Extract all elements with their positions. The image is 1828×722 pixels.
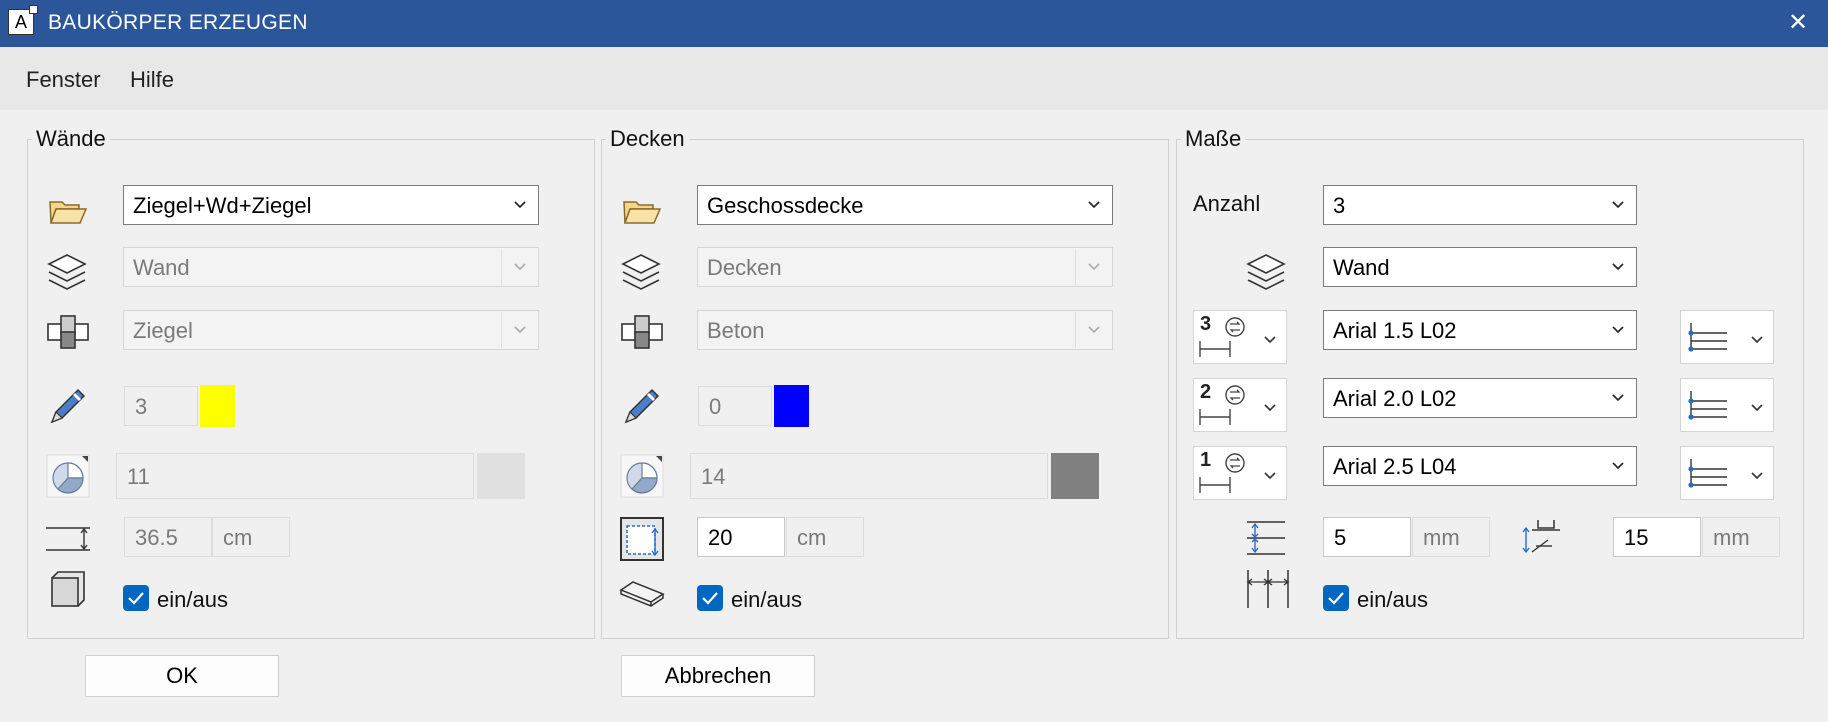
pen-icon[interactable] (620, 384, 664, 428)
app-icon: A (8, 5, 38, 35)
walls-panel-title: Wände (32, 126, 110, 152)
dimension-line-style-2-select[interactable] (1680, 378, 1774, 432)
ceiling-thickness-unit: cm (786, 517, 864, 557)
ceiling-style-select[interactable]: Geschossdecke (697, 185, 1113, 225)
dimension-level-3-select[interactable]: 3 (1193, 310, 1287, 364)
wall-fill-value: 11 (116, 453, 474, 499)
menu-fenster[interactable]: Fenster (26, 67, 101, 93)
dimension-offset-icon (1522, 520, 1560, 554)
dimension-line-style-icon (1688, 323, 1727, 352)
dimension-count-select[interactable]: 3 (1323, 185, 1637, 225)
dimension-font-1-select[interactable]: Arial 2.5 L04 (1323, 446, 1637, 486)
wall-toggle-label: ein/aus (157, 587, 228, 612)
wall-thickness-value: 36.5 (124, 517, 212, 557)
ok-button[interactable]: OK (85, 655, 279, 697)
window-title: BAUKÖRPER ERZEUGEN (48, 11, 308, 34)
wall-style-select[interactable]: Ziegel+Wd+Ziegel (123, 185, 539, 225)
material-icon (621, 315, 663, 349)
ceiling-pen-color-swatch[interactable] (774, 385, 809, 427)
ceiling-toggle-label: ein/aus (731, 587, 802, 612)
ceiling-fill-color-swatch[interactable] (1051, 453, 1099, 499)
dimension-offset-input[interactable]: 15 (1613, 517, 1701, 557)
thickness-icon (46, 527, 90, 551)
fill-pattern-icon[interactable] (46, 454, 90, 498)
ceiling-fill-value: 14 (690, 453, 1048, 499)
dimension-spacing-input[interactable]: 5 (1323, 517, 1411, 557)
dimension-line-style-3-select[interactable] (1680, 310, 1774, 364)
dimension-line-style-icon (1688, 391, 1727, 420)
wall-toggle-checkbox[interactable] (123, 585, 149, 611)
dimension-font-3-select[interactable]: Arial 1.5 L02 (1323, 310, 1637, 350)
dimension-chain-icon (1246, 570, 1290, 608)
wall-layer-select[interactable]: Wand (123, 247, 539, 287)
slab-icon (619, 581, 665, 607)
dimension-toggle-checkbox[interactable] (1323, 585, 1349, 611)
count-label: Anzahl (1193, 191, 1261, 216)
dimension-offset-unit: mm (1702, 517, 1780, 557)
layers-icon (1246, 254, 1286, 290)
wall-3d-icon (51, 571, 85, 607)
wall-material-select[interactable]: Ziegel (123, 310, 539, 350)
dimension-line-style-1-select[interactable] (1680, 446, 1774, 500)
menu-bar: Fenster Hilfe (0, 47, 1828, 110)
wall-fill-color-swatch[interactable] (477, 453, 525, 499)
fill-pattern-icon[interactable] (620, 454, 664, 498)
line-spacing-icon (1247, 521, 1285, 555)
ceiling-thickness-icon (620, 517, 664, 561)
dimension-toggle-label: ein/aus (1357, 587, 1428, 612)
ceiling-toggle-checkbox[interactable] (697, 585, 723, 611)
title-bar: A BAUKÖRPER ERZEUGEN ✕ (0, 0, 1828, 47)
material-icon (47, 315, 89, 349)
folder-icon[interactable] (622, 196, 662, 226)
wall-pen-value: 3 (124, 386, 198, 426)
dimension-font-2-select[interactable]: Arial 2.0 L02 (1323, 378, 1637, 418)
ceiling-thickness-input[interactable]: 20 (697, 517, 785, 557)
ceiling-layer-select[interactable]: Decken (697, 247, 1113, 287)
layers-icon (621, 254, 661, 290)
dimension-level-1-select[interactable]: 1 (1193, 446, 1287, 500)
pen-icon[interactable] (46, 384, 90, 428)
layers-icon (47, 254, 87, 290)
menu-hilfe[interactable]: Hilfe (130, 67, 174, 93)
cancel-button[interactable]: Abbrechen (621, 655, 815, 697)
dimension-line-style-icon (1688, 459, 1727, 488)
close-icon[interactable]: ✕ (1768, 0, 1828, 47)
dialog-window: A BAUKÖRPER ERZEUGEN ✕ Fenster Hilfe Wän… (0, 0, 1828, 722)
dimension-spacing-unit: mm (1412, 517, 1490, 557)
ceilings-panel-title: Decken (606, 126, 689, 152)
wall-thickness-unit: cm (212, 517, 290, 557)
dimension-layer-select[interactable]: Wand (1323, 247, 1637, 287)
dimension-level-2-select[interactable]: 2 (1193, 378, 1287, 432)
ceiling-material-select[interactable]: Beton (697, 310, 1113, 350)
ceiling-pen-value: 0 (698, 386, 772, 426)
folder-icon[interactable] (48, 196, 88, 226)
wall-pen-color-swatch[interactable] (200, 385, 235, 427)
dimensions-panel-title: Maße (1181, 126, 1246, 152)
